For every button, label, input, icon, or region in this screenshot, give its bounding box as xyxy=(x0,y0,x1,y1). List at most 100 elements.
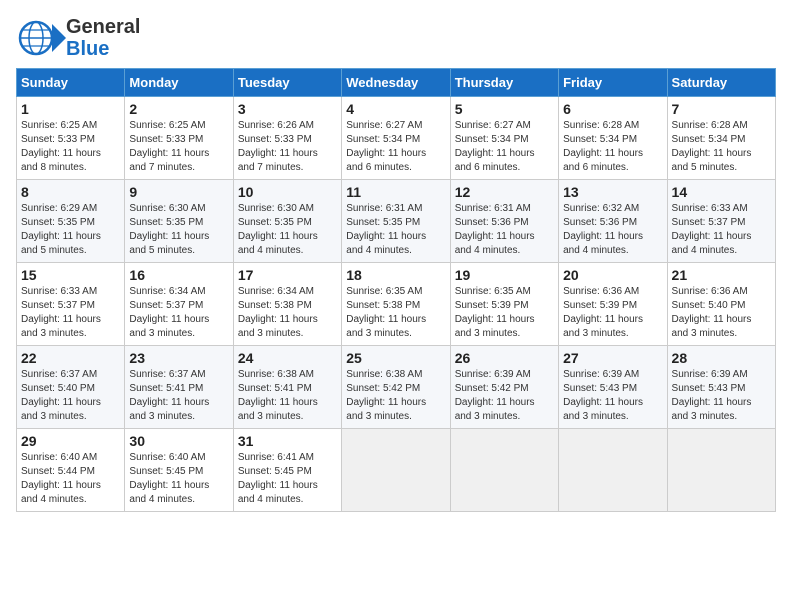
day-number: 31 xyxy=(238,433,337,449)
page-header: General Blue xyxy=(16,16,776,60)
day-number: 24 xyxy=(238,350,337,366)
day-info: Sunrise: 6:38 AM Sunset: 5:41 PM Dayligh… xyxy=(238,368,337,424)
day-number: 14 xyxy=(672,184,771,200)
calendar-cell: 19 Sunrise: 6:35 AM Sunset: 5:39 PM Dayli… xyxy=(450,263,558,346)
calendar-cell: 15Sunrise: 6:33 AM Sunset: 5:37 PM Dayli… xyxy=(17,263,125,346)
calendar-cell: 9 Sunrise: 6:30 AM Sunset: 5:35 PM Daylig… xyxy=(125,180,233,263)
calendar-cell: 8 Sunrise: 6:29 AM Sunset: 5:35 PM Daylig… xyxy=(17,180,125,263)
column-header-wednesday: Wednesday xyxy=(342,69,450,97)
day-info: Sunrise: 6:34 AM Sunset: 5:38 PM Dayligh… xyxy=(238,285,337,341)
day-info: Sunrise: 6:37 AM Sunset: 5:41 PM Dayligh… xyxy=(129,368,228,424)
calendar-cell: 6 Sunrise: 6:28 AM Sunset: 5:34 PM Daylig… xyxy=(559,97,667,180)
day-info: Sunrise: 6:31 AM Sunset: 5:36 PM Dayligh… xyxy=(455,202,554,258)
day-info: Sunrise: 6:36 AM Sunset: 5:39 PM Dayligh… xyxy=(563,285,662,341)
calendar-table: SundayMondayTuesdayWednesdayThursdayFrid… xyxy=(16,68,776,512)
day-number: 27 xyxy=(563,350,662,366)
day-number: 11 xyxy=(346,184,445,200)
day-info: Sunrise: 6:31 AM Sunset: 5:35 PM Dayligh… xyxy=(346,202,445,258)
calendar-cell: 23 Sunrise: 6:37 AM Sunset: 5:41 PM Dayli… xyxy=(125,346,233,429)
day-number: 28 xyxy=(672,350,771,366)
logo: General Blue xyxy=(16,16,140,60)
day-number: 23 xyxy=(129,350,228,366)
day-info: Sunrise: 6:32 AM Sunset: 5:36 PM Dayligh… xyxy=(563,202,662,258)
day-number: 8 xyxy=(21,184,120,200)
calendar-cell: 18 Sunrise: 6:35 AM Sunset: 5:38 PM Dayli… xyxy=(342,263,450,346)
day-number: 15 xyxy=(21,267,120,283)
calendar-cell: 4 Sunrise: 6:27 AM Sunset: 5:34 PM Daylig… xyxy=(342,97,450,180)
calendar-cell: 3Sunrise: 6:26 AM Sunset: 5:33 PM Daylig… xyxy=(233,97,341,180)
calendar-cell xyxy=(667,429,775,512)
day-number: 6 xyxy=(563,101,662,117)
calendar-header-row: SundayMondayTuesdayWednesdayThursdayFrid… xyxy=(17,69,776,97)
calendar-cell: 10 Sunrise: 6:30 AM Sunset: 5:35 PM Dayli… xyxy=(233,180,341,263)
calendar-week-row: 22 Sunrise: 6:37 AM Sunset: 5:40 PM Dayli… xyxy=(17,346,776,429)
day-info: Sunrise: 6:36 AM Sunset: 5:40 PM Dayligh… xyxy=(672,285,771,341)
calendar-cell: 2 Sunrise: 6:25 AM Sunset: 5:33 PM Daylig… xyxy=(125,97,233,180)
calendar-cell: 13 Sunrise: 6:32 AM Sunset: 5:36 PM Dayli… xyxy=(559,180,667,263)
day-info: Sunrise: 6:41 AM Sunset: 5:45 PM Dayligh… xyxy=(238,451,337,507)
day-number: 7 xyxy=(672,101,771,117)
calendar-cell: 22 Sunrise: 6:37 AM Sunset: 5:40 PM Dayli… xyxy=(17,346,125,429)
day-info: Sunrise: 6:35 AM Sunset: 5:38 PM Dayligh… xyxy=(346,285,445,341)
calendar-cell: 29 Sunrise: 6:40 AM Sunset: 5:44 PM Dayli… xyxy=(17,429,125,512)
day-number: 29 xyxy=(21,433,120,449)
day-number: 30 xyxy=(129,433,228,449)
calendar-cell: 1 Sunrise: 6:25 AM Sunset: 5:33 PM Daylig… xyxy=(17,97,125,180)
day-info: Sunrise: 6:35 AM Sunset: 5:39 PM Dayligh… xyxy=(455,285,554,341)
day-number: 13 xyxy=(563,184,662,200)
day-info: Sunrise: 6:30 AM Sunset: 5:35 PM Dayligh… xyxy=(129,202,228,258)
calendar-cell: 14Sunrise: 6:33 AM Sunset: 5:37 PM Dayli… xyxy=(667,180,775,263)
day-info: Sunrise: 6:40 AM Sunset: 5:45 PM Dayligh… xyxy=(129,451,228,507)
column-header-sunday: Sunday xyxy=(17,69,125,97)
day-number: 26 xyxy=(455,350,554,366)
calendar-week-row: 8 Sunrise: 6:29 AM Sunset: 5:35 PM Daylig… xyxy=(17,180,776,263)
column-header-friday: Friday xyxy=(559,69,667,97)
column-header-saturday: Saturday xyxy=(667,69,775,97)
day-info: Sunrise: 6:27 AM Sunset: 5:34 PM Dayligh… xyxy=(455,119,554,175)
day-info: Sunrise: 6:34 AM Sunset: 5:37 PM Dayligh… xyxy=(129,285,228,341)
calendar-cell: 12 Sunrise: 6:31 AM Sunset: 5:36 PM Dayli… xyxy=(450,180,558,263)
calendar-cell: 16 Sunrise: 6:34 AM Sunset: 5:37 PM Dayli… xyxy=(125,263,233,346)
day-info: Sunrise: 6:29 AM Sunset: 5:35 PM Dayligh… xyxy=(21,202,120,258)
day-number: 18 xyxy=(346,267,445,283)
day-number: 10 xyxy=(238,184,337,200)
day-number: 12 xyxy=(455,184,554,200)
day-info: Sunrise: 6:28 AM Sunset: 5:34 PM Dayligh… xyxy=(563,119,662,175)
calendar-cell xyxy=(450,429,558,512)
day-number: 19 xyxy=(455,267,554,283)
day-number: 1 xyxy=(21,101,120,117)
logo-text: General Blue xyxy=(66,16,140,60)
day-info: Sunrise: 6:25 AM Sunset: 5:33 PM Dayligh… xyxy=(21,119,120,175)
calendar-cell: 21Sunrise: 6:36 AM Sunset: 5:40 PM Dayli… xyxy=(667,263,775,346)
day-number: 16 xyxy=(129,267,228,283)
calendar-week-row: 1 Sunrise: 6:25 AM Sunset: 5:33 PM Daylig… xyxy=(17,97,776,180)
day-info: Sunrise: 6:27 AM Sunset: 5:34 PM Dayligh… xyxy=(346,119,445,175)
day-number: 5 xyxy=(455,101,554,117)
day-info: Sunrise: 6:38 AM Sunset: 5:42 PM Dayligh… xyxy=(346,368,445,424)
column-header-thursday: Thursday xyxy=(450,69,558,97)
day-number: 2 xyxy=(129,101,228,117)
calendar-cell xyxy=(559,429,667,512)
day-info: Sunrise: 6:37 AM Sunset: 5:40 PM Dayligh… xyxy=(21,368,120,424)
calendar-cell: 25 Sunrise: 6:38 AM Sunset: 5:42 PM Dayli… xyxy=(342,346,450,429)
calendar-cell: 28 Sunrise: 6:39 AM Sunset: 5:43 PM Dayli… xyxy=(667,346,775,429)
day-number: 17 xyxy=(238,267,337,283)
day-number: 22 xyxy=(21,350,120,366)
day-info: Sunrise: 6:39 AM Sunset: 5:43 PM Dayligh… xyxy=(563,368,662,424)
day-info: Sunrise: 6:30 AM Sunset: 5:35 PM Dayligh… xyxy=(238,202,337,258)
calendar-cell: 31 Sunrise: 6:41 AM Sunset: 5:45 PM Dayli… xyxy=(233,429,341,512)
calendar-week-row: 15Sunrise: 6:33 AM Sunset: 5:37 PM Dayli… xyxy=(17,263,776,346)
day-number: 9 xyxy=(129,184,228,200)
day-number: 4 xyxy=(346,101,445,117)
day-info: Sunrise: 6:39 AM Sunset: 5:42 PM Dayligh… xyxy=(455,368,554,424)
column-header-monday: Monday xyxy=(125,69,233,97)
day-info: Sunrise: 6:25 AM Sunset: 5:33 PM Dayligh… xyxy=(129,119,228,175)
calendar-cell: 17 Sunrise: 6:34 AM Sunset: 5:38 PM Dayli… xyxy=(233,263,341,346)
day-info: Sunrise: 6:40 AM Sunset: 5:44 PM Dayligh… xyxy=(21,451,120,507)
calendar-cell: 27 Sunrise: 6:39 AM Sunset: 5:43 PM Dayli… xyxy=(559,346,667,429)
day-info: Sunrise: 6:26 AM Sunset: 5:33 PM Dayligh… xyxy=(238,119,337,175)
day-info: Sunrise: 6:39 AM Sunset: 5:43 PM Dayligh… xyxy=(672,368,771,424)
day-number: 20 xyxy=(563,267,662,283)
day-number: 25 xyxy=(346,350,445,366)
calendar-cell: 26 Sunrise: 6:39 AM Sunset: 5:42 PM Dayli… xyxy=(450,346,558,429)
